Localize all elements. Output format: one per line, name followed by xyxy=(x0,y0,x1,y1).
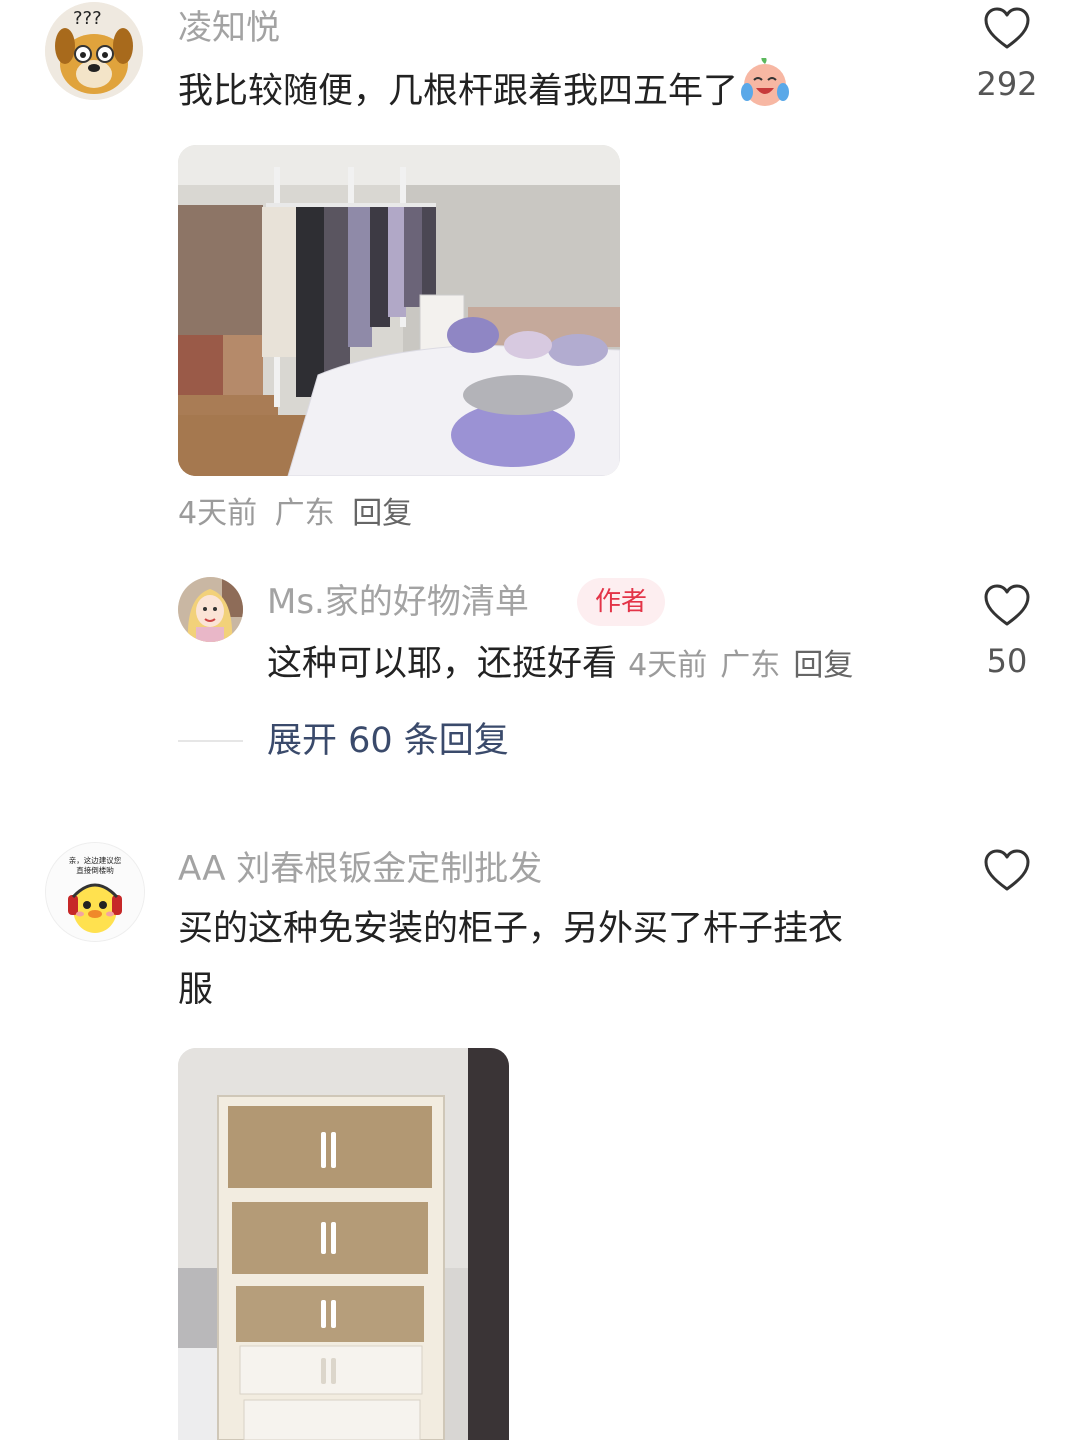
heart-icon xyxy=(984,849,1030,891)
heart-icon xyxy=(984,584,1030,626)
yellow-duck-headphones-icon: 亲，这边建议您 直接倒楼哟 xyxy=(46,843,144,941)
bedroom-wardrobe-photo xyxy=(178,145,620,476)
comment-text: 我比较随便，几根杆跟着我四五年了 xyxy=(178,56,790,127)
like-button[interactable] xyxy=(962,848,1052,892)
username[interactable]: 凌知悦 xyxy=(178,8,280,48)
avatar[interactable]: ??? xyxy=(45,2,143,100)
reply-time: 4天前 xyxy=(628,648,708,683)
comment-time: 4天前 xyxy=(178,496,258,531)
reply-button[interactable]: 回复 xyxy=(352,496,412,531)
heart-icon xyxy=(984,7,1030,49)
crying-laughing-emoji-icon xyxy=(740,56,790,127)
comment-image[interactable] xyxy=(178,1048,509,1440)
comment-image[interactable] xyxy=(178,145,620,476)
comment-text-line-2: 服 xyxy=(178,970,214,1010)
reply-text: 这种可以耶，还挺好看 xyxy=(267,644,618,684)
avatar[interactable] xyxy=(178,577,243,642)
avatar[interactable]: 亲，这边建议您 直接倒楼哟 xyxy=(45,842,145,942)
like-count: 292 xyxy=(976,65,1038,103)
reply-like-button[interactable]: 50 xyxy=(962,583,1052,681)
divider xyxy=(178,740,243,742)
reply-like-count: 50 xyxy=(986,642,1028,680)
username[interactable]: AA 刘春根钣金定制批发 xyxy=(178,849,542,889)
comment-text-content: 我比较随便，几根杆跟着我四五年了 xyxy=(178,71,739,112)
confused-dog-icon: ??? xyxy=(45,2,143,100)
storage-cabinet-photo xyxy=(178,1048,509,1440)
comment-meta: 4天前 广东 回复 xyxy=(178,496,412,532)
reply-location: 广东 xyxy=(720,648,781,683)
reply-username[interactable]: Ms.家的好物清单 xyxy=(267,582,529,622)
svg-text:???: ??? xyxy=(73,8,102,29)
comment-location: 广东 xyxy=(274,496,335,531)
comment-text-line-1: 买的这种免安装的柜子，另外买了杆子挂衣 xyxy=(178,909,844,949)
like-button[interactable]: 292 xyxy=(962,6,1052,104)
avatar-caption: 直接倒楼哟 xyxy=(76,865,114,875)
author-badge: 作者 xyxy=(577,578,666,626)
reply-body: 这种可以耶，还挺好看 4天前 广东 回复 xyxy=(267,634,853,694)
girl-avatar-icon xyxy=(178,577,243,642)
expand-replies-button[interactable]: 展开 60 条回复 xyxy=(267,719,509,763)
reply-reply-button[interactable]: 回复 xyxy=(793,648,853,683)
avatar-caption: 亲，这边建议您 xyxy=(69,855,122,865)
